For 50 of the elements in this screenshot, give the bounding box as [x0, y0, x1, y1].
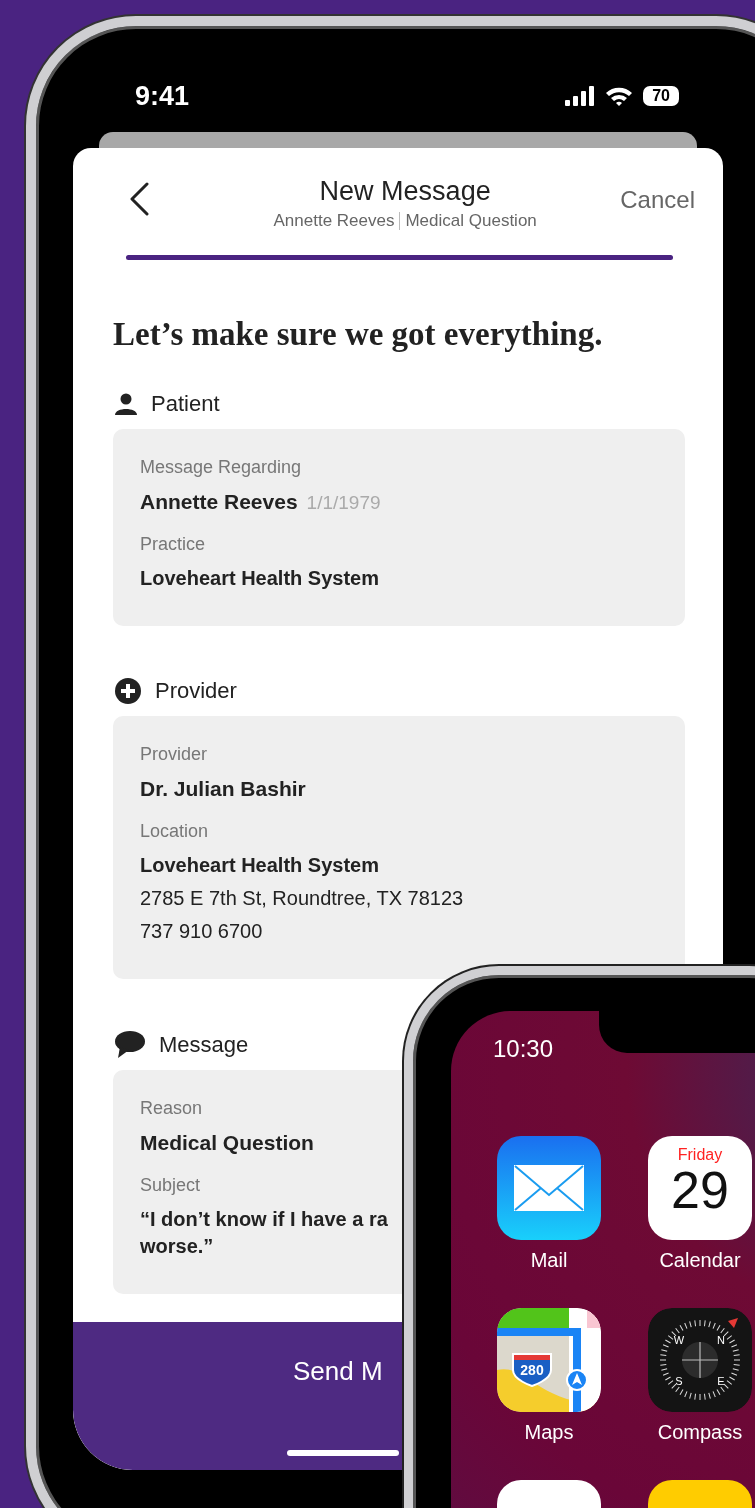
field-label: Message Regarding: [140, 457, 303, 478]
battery-indicator: 70: [643, 86, 679, 106]
app-label: Compass: [657, 1421, 743, 1444]
status-time: 9:41: [135, 80, 190, 112]
mail-app-icon[interactable]: [497, 1136, 601, 1240]
signal-icon: [565, 86, 596, 106]
review-heading: Let’s make sure we got everything.: [113, 316, 604, 353]
field-value: Dr. Julian Bashir: [140, 777, 306, 801]
app-label: Mail: [530, 1249, 568, 1272]
field-value: Loveheart Health System: [140, 854, 379, 877]
date-number: 29: [671, 1164, 729, 1216]
send-button[interactable]: Send M: [73, 1322, 404, 1470]
screen-title: New Message: [319, 176, 491, 207]
compass-letter: N: [717, 1334, 725, 1346]
field-value: Medical Question: [140, 1131, 314, 1155]
subtitle-text: Annette Reeves: [273, 211, 395, 231]
field-label: Practice: [140, 534, 207, 555]
compass-letter: W: [673, 1334, 685, 1346]
field-text: 737 910 6700: [140, 920, 263, 943]
field-value: “I don’t know if I have a ra: [140, 1208, 388, 1231]
app-label: Maps: [524, 1421, 574, 1444]
section-title: Patient: [151, 391, 220, 417]
app-label: Calendar: [659, 1249, 741, 1272]
maps-app-icon[interactable]: 280: [497, 1308, 601, 1412]
subtitle-text: Medical Question: [405, 211, 537, 231]
person-icon: [115, 393, 137, 415]
field-text: worse.”: [140, 1235, 214, 1258]
plus-circle-icon: [115, 678, 141, 704]
weekday-label: Friday: [677, 1146, 723, 1164]
field-label: Provider: [140, 744, 209, 765]
field-label: Location: [140, 821, 210, 842]
compass-letter: E: [717, 1375, 725, 1387]
cancel-button[interactable]: Cancel: [620, 186, 695, 214]
calendar-app-icon[interactable]: Friday 29: [648, 1136, 752, 1240]
compass-letter: S: [675, 1375, 683, 1387]
field-label: Reason: [140, 1098, 204, 1119]
section-title: Provider: [155, 678, 237, 704]
field-value: Annette Reeves: [140, 490, 298, 514]
field-text: 2785 E 7th St, Roundtree, TX 78123: [140, 887, 464, 910]
wifi-icon: [605, 85, 634, 107]
highway-number: 280: [520, 1362, 544, 1378]
section-title: Message: [159, 1031, 249, 1058]
speech-bubble-icon: [115, 1031, 145, 1058]
birth-date: 1/1/1979: [306, 492, 381, 514]
compass-app-icon[interactable]: W N S E: [648, 1308, 752, 1412]
north-marker-icon: [728, 1318, 738, 1328]
field-value: Loveheart Health System: [140, 567, 379, 590]
back-icon[interactable]: [128, 182, 150, 216]
field-label: Subject: [140, 1175, 202, 1196]
status-time: 10:30: [493, 1035, 554, 1063]
